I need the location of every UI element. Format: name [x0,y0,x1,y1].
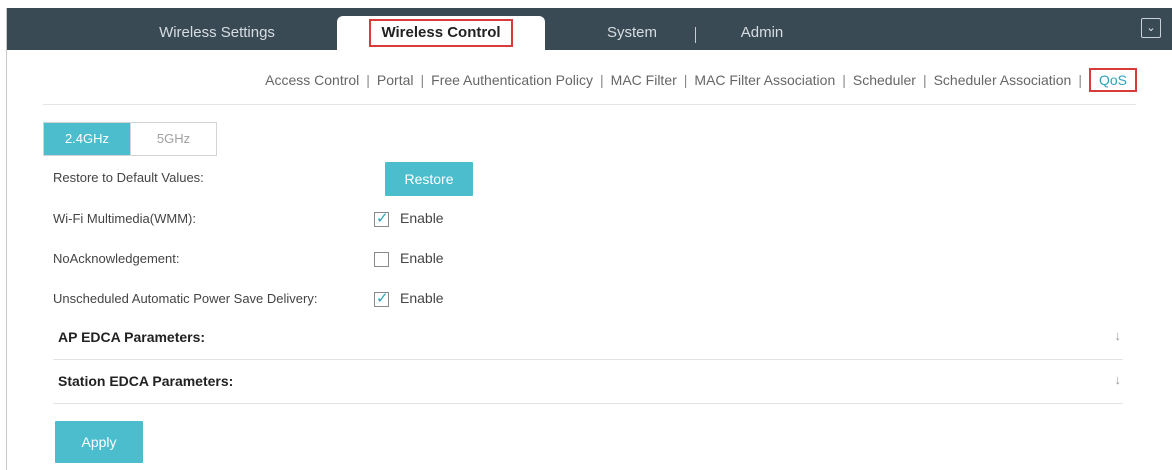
subnav-separator: | [366,72,370,88]
restore-label: Restore to Default Values: [53,170,204,185]
apply-button[interactable]: Apply [55,421,143,463]
station-edca-title: Station EDCA Parameters: [58,373,234,389]
apsd-enable-label: Enable [400,290,444,306]
band-tab-5ghz[interactable]: 5GHz [130,123,216,155]
ap-edca-section[interactable]: AP EDCA Parameters: ↓ [53,316,1123,360]
double-chevron-down-icon[interactable]: ↓ [1115,328,1122,343]
checkmark-icon: ✓ [376,210,389,227]
apsd-label: Unscheduled Automatic Power Save Deliver… [53,291,318,306]
app-frame: Wireless Settings Wireless Control Syste… [6,8,1172,470]
tab-wireless-settings[interactable]: Wireless Settings [117,16,317,50]
subnav-separator: | [600,72,604,88]
chevron-down-icon: ⌄ [1146,22,1156,34]
tab-divider [695,27,696,43]
subnav-scheduler-association[interactable]: Scheduler Association [934,72,1072,88]
restore-button[interactable]: Restore [385,162,473,196]
ap-edca-title: AP EDCA Parameters: [58,329,206,345]
tab-system[interactable]: System [587,16,677,50]
subnav-separator: | [842,72,846,88]
subnav-separator: | [420,72,425,88]
band-tabs: 2.4GHz 5GHz [43,122,217,156]
tab-admin[interactable]: Admin [727,16,797,50]
noack-checkbox[interactable] [374,252,389,267]
subnav-mac-filter-association[interactable]: MAC Filter Association [694,72,835,88]
tab-label: Wireless Settings [159,24,275,41]
station-edca-section[interactable]: Station EDCA Parameters: ↓ [53,360,1123,404]
tab-label: Admin [740,24,784,41]
tab-wireless-control[interactable]: Wireless Control [337,16,545,50]
subnav-divider [43,104,1136,105]
apsd-checkbox[interactable]: ✓ [374,290,389,307]
menu-dropdown-button[interactable]: ⌄ [1141,18,1161,38]
noack-enable-label: Enable [400,250,444,266]
subnav-portal[interactable]: Portal [377,72,414,88]
subnav-separator: | [683,72,688,88]
subnav-access-control[interactable]: Access Control [265,72,359,88]
noack-label: NoAcknowledgement: [53,251,180,266]
subnav-separator: | [922,72,927,88]
band-tab-2-4ghz[interactable]: 2.4GHz [44,123,130,155]
subnav-separator: | [1078,72,1082,88]
wmm-enable-label: Enable [400,210,444,226]
checkmark-icon: ✓ [376,290,389,307]
top-nav: Wireless Settings Wireless Control Syste… [7,8,1172,50]
subnav-free-authentication-policy[interactable]: Free Authentication Policy [431,72,593,88]
sub-nav: Access Control | Portal | Free Authentic… [7,60,1172,96]
subnav-mac-filter[interactable]: MAC Filter [611,72,677,88]
wmm-checkbox[interactable]: ✓ [374,210,389,227]
subnav-scheduler[interactable]: Scheduler [853,72,916,88]
double-chevron-down-icon[interactable]: ↓ [1115,372,1122,387]
wmm-label: Wi-Fi Multimedia(WMM): [53,211,196,226]
tab-label: System [606,24,657,41]
tab-label: Wireless Control [369,19,513,47]
subnav-qos[interactable]: QoS [1088,68,1137,92]
